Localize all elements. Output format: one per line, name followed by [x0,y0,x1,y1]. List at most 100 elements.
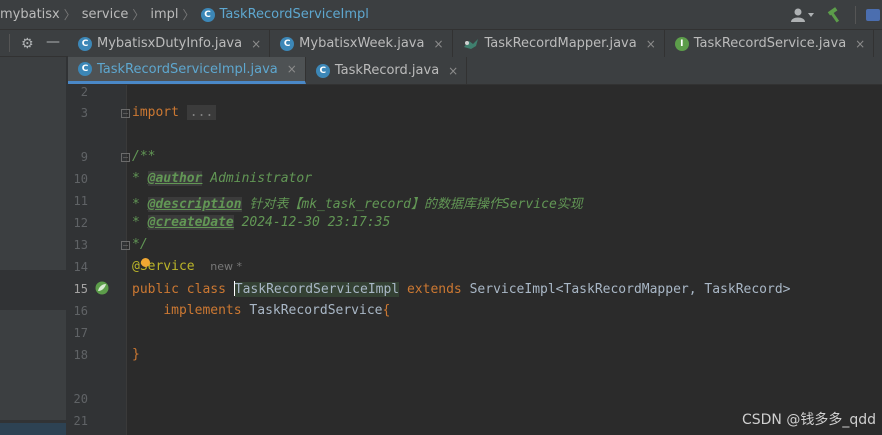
line-number: 14 [73,260,88,274]
run-config-icon[interactable] [864,5,882,25]
breadcrumb-separator-icon: 〉 [63,8,76,22]
line-number: 21 [73,414,88,428]
navigation-bar: mybatisx 〉 service 〉 impl 〉 C TaskRecord… [0,0,882,30]
project-panel-header: ⚙ — [0,30,68,57]
doc-star: * [132,215,140,230]
tab-label: MybatisxDutyInfo.java [97,36,243,51]
tab-task-record[interactable]: C TaskRecord.java × [306,57,468,84]
close-icon[interactable]: × [251,37,261,51]
editor-gutter[interactable]: 2 3 9 10 11 12 13 14 15 16 17 18 20 21 [68,85,126,435]
toolbar-divider [9,34,10,52]
toolbar-right [789,0,882,30]
mybatis-mapper-icon [463,38,478,49]
breadcrumb-item-mybatisx[interactable]: mybatisx [0,7,60,22]
line-number-current: 15 [73,282,88,296]
folded-imports[interactable]: ... [186,105,217,120]
doc-tag-description: @description [147,197,242,212]
super-type[interactable]: ServiceImpl<TaskRecordMapper, TaskRecord… [470,282,791,297]
code-line-implements: implements TaskRecordService{ [132,303,390,318]
tab-label: TaskRecord.java [334,63,440,78]
code-line-import: import ... [132,105,217,120]
tab-label: TaskRecordMapper.java [484,36,637,51]
line-number: 11 [73,194,88,208]
tab-task-record-service[interactable]: I TaskRecordService.java × [665,30,875,57]
close-brace: } [132,347,140,362]
breadcrumb-item-impl[interactable]: impl [150,7,178,22]
tab-mybatisx-duty-info[interactable]: C MybatisxDutyInfo.java × [68,30,271,57]
line-number: 2 [80,85,88,99]
intention-bulb-icon[interactable] [141,258,150,267]
close-icon[interactable]: × [646,37,656,51]
project-panel-selection [0,423,66,435]
keyword-class: class [186,282,226,297]
doc-create-date-value: 2024-12-30 23:17:35 [241,215,391,230]
keyword-import: import [132,105,179,120]
close-icon[interactable]: × [855,37,865,51]
doc-comment-open: /** [132,149,156,164]
build-hammer-icon[interactable] [825,5,845,25]
java-class-icon: C [315,63,330,78]
line-number: 3 [80,106,88,120]
class-name[interactable]: TaskRecordServiceImpl [234,282,400,297]
project-panel-region [0,30,66,270]
code-line-class-declaration: public class TaskRecordServiceImpl exten… [132,281,791,297]
minimize-icon[interactable]: — [46,34,60,50]
tab-task-record-mapper[interactable]: TaskRecordMapper.java × [453,30,665,57]
project-panel-region-lower [0,310,66,420]
tab-row-2: C TaskRecordServiceImpl.java × C TaskRec… [68,57,468,84]
watermark: CSDN @钱多多_qdd [741,412,876,428]
doc-author-value: Administrator [210,171,313,186]
line-number: 9 [80,150,88,164]
line-number: 12 [73,216,88,230]
gear-icon[interactable]: ⚙ [21,36,34,52]
java-interface-icon: I [674,36,689,51]
doc-comment-author: * @author Administrator [132,171,312,186]
fold-icon[interactable]: − [121,109,130,118]
doc-comment-description: * @description 针对表【mk_task_record】的数据库操作… [132,193,583,212]
fold-icon[interactable]: − [121,153,130,162]
line-number: 20 [73,392,88,406]
line-number: 16 [73,304,88,318]
tab-label: MybatisxWeek.java [299,36,425,51]
doc-description-value: 针对表【mk_task_record】的数据库操作Service实现 [249,197,583,212]
keyword-public: public [132,282,179,297]
toolbar-divider [855,6,856,24]
project-tool-strip: ⚙ — [0,30,68,435]
doc-tag-author: @author [147,171,203,186]
keyword-extends: extends [406,282,462,297]
keyword-implements: implements [163,303,242,318]
java-class-icon: C [280,36,295,51]
inlay-hint-author[interactable]: new * [210,260,242,273]
close-icon[interactable]: × [433,37,443,51]
tab-task-record-service-impl[interactable]: C TaskRecordServiceImpl.java × [68,57,306,84]
doc-comment-close: */ [132,237,148,252]
close-icon[interactable]: × [448,64,458,78]
tab-mybatisx-week[interactable]: C MybatisxWeek.java × [270,30,453,57]
user-icon[interactable] [789,5,815,25]
spring-bean-icon[interactable] [94,280,110,296]
fold-icon[interactable]: − [121,241,130,250]
breadcrumb-item-service[interactable]: service [82,7,129,22]
doc-star: * [132,197,140,212]
doc-star: * [132,171,140,186]
line-number: 18 [73,348,88,362]
java-class-icon: C [78,36,92,51]
breadcrumb-item-current[interactable]: TaskRecordServiceImpl [220,7,369,22]
line-number: 13 [73,238,88,252]
editor-tabs: C MybatisxDutyInfo.java × C MybatisxWeek… [68,30,882,85]
tab-row-1: C MybatisxDutyInfo.java × C MybatisxWeek… [68,30,875,57]
interface-name[interactable]: TaskRecordService [249,303,382,318]
breadcrumb-separator-icon: 〉 [132,8,145,22]
code-editor[interactable]: − import ... − /** * @author Administrat… [121,85,882,435]
java-class-icon: C [200,7,215,22]
open-brace: { [382,303,391,318]
doc-tag-create-date: @createDate [147,215,234,230]
line-number: 10 [73,172,88,186]
breadcrumb-separator-icon: 〉 [182,8,195,22]
doc-comment-create-date: * @createDate 2024-12-30 23:17:35 [132,215,390,230]
tab-label: TaskRecordServiceImpl.java [97,61,278,77]
line-number: 17 [73,326,88,340]
java-class-icon: C [78,62,92,76]
tab-label: TaskRecordService.java [693,36,847,51]
close-icon[interactable]: × [287,62,297,76]
